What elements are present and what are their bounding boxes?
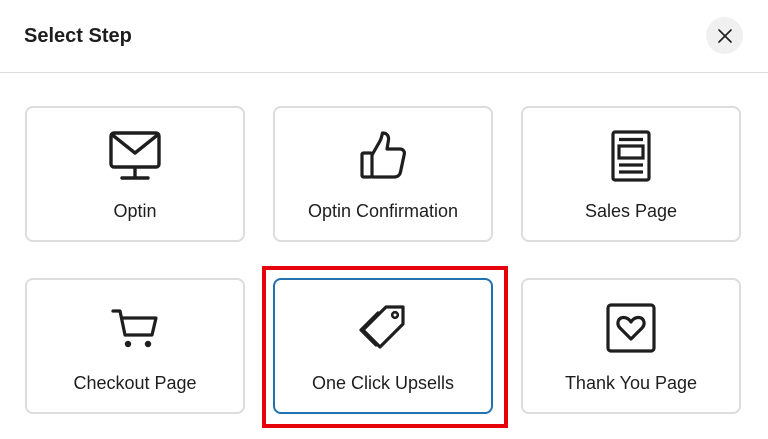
close-icon (717, 28, 732, 43)
step-card-checkout-page[interactable]: Checkout Page (25, 278, 245, 414)
shopping-cart-icon (107, 300, 163, 356)
step-card-label: One Click Upsells (311, 373, 455, 393)
step-card-thank-you-page[interactable]: Thank You Page (521, 278, 741, 414)
modal-header: Select Step (0, 0, 768, 73)
heart-frame-icon (603, 300, 659, 356)
step-card-optin-confirmation[interactable]: Optin Confirmation (273, 106, 493, 242)
step-card-label: Optin Confirmation (307, 201, 459, 221)
envelope-monitor-icon (107, 128, 163, 184)
select-step-modal: Select Step Optin Optin Confirmation Sal… (0, 0, 768, 439)
modal-title: Select Step (24, 25, 132, 47)
close-button[interactable] (706, 17, 743, 54)
price-tags-icon (355, 300, 411, 356)
thumbs-up-icon (355, 128, 411, 184)
step-card-optin[interactable]: Optin (25, 106, 245, 242)
step-card-label: Sales Page (584, 201, 678, 221)
page-layout-icon (603, 128, 659, 184)
step-card-sales-page[interactable]: Sales Page (521, 106, 741, 242)
step-card-label: Thank You Page (564, 373, 698, 393)
step-card-one-click-upsells[interactable]: One Click Upsells (273, 278, 493, 414)
step-card-label: Optin (113, 201, 157, 221)
step-card-label: Checkout Page (73, 373, 197, 393)
